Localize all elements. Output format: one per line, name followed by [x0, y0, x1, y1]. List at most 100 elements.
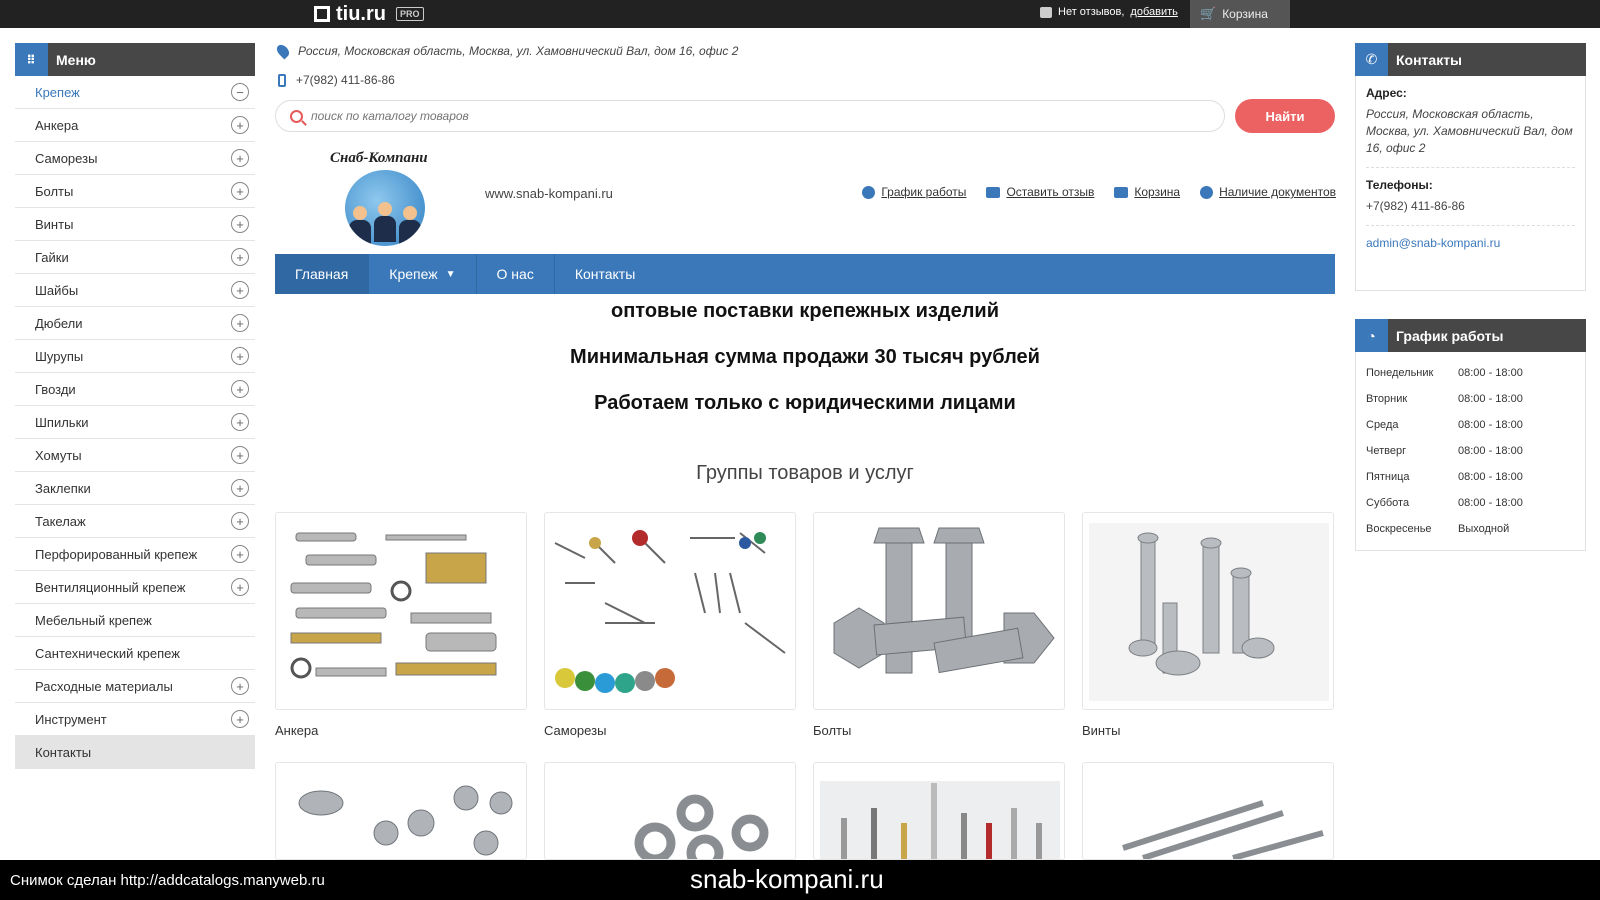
cart-link[interactable]: Корзина	[1114, 185, 1180, 199]
sidebar-item[interactable]: Шурупы +	[15, 340, 255, 373]
sidebar-header: ⠿ Меню	[15, 43, 255, 76]
schedule-time: 08:00 - 18:00	[1458, 393, 1523, 405]
schedule-time: Выходной	[1458, 523, 1510, 535]
sidebar-item-label: Мебельный крепеж	[35, 612, 152, 628]
card-dyubeli[interactable]	[813, 762, 1065, 860]
sidebar-item-label: Сантехнический крепеж	[35, 645, 180, 661]
reviews-info: Нет отзывов, добавить	[1040, 6, 1178, 18]
card-vinty[interactable]	[1082, 512, 1334, 710]
expand-plus-icon[interactable]: +	[231, 479, 249, 497]
sidebar-item[interactable]: Расходные материалы +	[15, 670, 255, 703]
screenshot-site: snab-kompani.ru	[690, 864, 884, 894]
card-samorezy[interactable]	[544, 512, 796, 710]
schedule-row: Четверг 08:00 - 18:00	[1362, 438, 1579, 464]
sidebar-item[interactable]: Саморезы +	[15, 142, 255, 175]
collapse-minus-icon[interactable]: −	[231, 83, 249, 101]
contacts-body: Адрес: Россия, Московская область, Москв…	[1355, 76, 1586, 291]
schedule-link[interactable]: График работы	[862, 185, 966, 199]
sidebar-item-label: Гайки	[35, 249, 69, 265]
card-label-samorezy[interactable]: Саморезы	[544, 723, 606, 738]
expand-plus-icon[interactable]: +	[231, 710, 249, 728]
search-button[interactable]: Найти	[1235, 99, 1335, 133]
sidebar-item-label: Дюбели	[35, 315, 83, 331]
sidebar-item[interactable]: Хомуты +	[15, 439, 255, 472]
reviews-text: Нет отзывов,	[1058, 6, 1125, 18]
expand-plus-icon[interactable]: +	[231, 677, 249, 695]
sidebar-item[interactable]: Контакты	[15, 736, 255, 769]
card-gayki[interactable]	[275, 762, 527, 860]
expand-plus-icon[interactable]: +	[231, 314, 249, 332]
card-bolty[interactable]	[813, 512, 1065, 710]
sidebar-item[interactable]: Шпильки +	[15, 406, 255, 439]
contacts-phone[interactable]: +7(982) 411-86-86	[1366, 198, 1575, 215]
card-label-vinty[interactable]: Винты	[1082, 723, 1120, 738]
expand-plus-icon[interactable]: +	[231, 215, 249, 233]
headlines: оптовые поставки крепежных изделий Миним…	[275, 300, 1335, 438]
sidebar-item-label: Хомуты	[35, 447, 82, 463]
sidebar-item[interactable]: Инструмент +	[15, 703, 255, 736]
nav-krepezh[interactable]: Крепеж ▼	[369, 254, 477, 294]
nav-about[interactable]: О нас	[477, 254, 555, 294]
tiu-logo[interactable]: tiu.ru PRO	[314, 3, 424, 25]
sidebar-item[interactable]: Гайки +	[15, 241, 255, 274]
sidebar-item[interactable]: Анкера +	[15, 109, 255, 142]
schedule-time: 08:00 - 18:00	[1458, 497, 1523, 509]
card-label-bolty[interactable]: Болты	[813, 723, 851, 738]
sidebar-item[interactable]: Такелаж +	[15, 505, 255, 538]
sidebar-item[interactable]: Винты +	[15, 208, 255, 241]
page: tiu.ru PRO Нет отзывов, добавить 🛒 Корзи…	[0, 0, 1600, 900]
phone-text[interactable]: +7(982) 411-86-86	[296, 73, 395, 87]
nav-home[interactable]: Главная	[275, 254, 370, 294]
sidebar-item-label: Шпильки	[35, 414, 89, 430]
card-ankera[interactable]	[275, 512, 527, 710]
schedule-row: Понедельник 08:00 - 18:00	[1362, 360, 1579, 386]
expand-plus-icon[interactable]: +	[231, 380, 249, 398]
brand-logo[interactable]: Снаб-Компани	[330, 150, 460, 248]
card-label-ankera[interactable]: Анкера	[275, 723, 318, 738]
schedule-day: Суббота	[1366, 497, 1410, 509]
schedule-header: ◔ График работы	[1355, 319, 1586, 352]
contacts-email[interactable]: admin@snab-kompani.ru	[1366, 236, 1575, 250]
expand-plus-icon[interactable]: +	[231, 545, 249, 563]
add-review-link[interactable]: добавить	[1130, 6, 1177, 18]
sidebar-item[interactable]: Шайбы +	[15, 274, 255, 307]
contacts-panel: ✆ Контакты Адрес: Россия, Московская обл…	[1355, 43, 1586, 291]
sidebar-item[interactable]: Вентиляционный крепеж +	[15, 571, 255, 604]
sidebar-title: Меню	[56, 51, 96, 68]
expand-plus-icon[interactable]: +	[231, 281, 249, 299]
search-bar	[275, 100, 1225, 132]
sidebar-item[interactable]: Мебельный крепеж	[15, 604, 255, 637]
sidebar-item[interactable]: Заклепки +	[15, 472, 255, 505]
sidebar-item[interactable]: Дюбели +	[15, 307, 255, 340]
schedule-body: Понедельник 08:00 - 18:00 Вторник 08:00 - 1…	[1355, 352, 1586, 551]
sidebar-item-label: Инструмент	[35, 711, 107, 727]
nuts-image	[298, 785, 513, 856]
sidebar-item[interactable]: Перфорированный крепеж +	[15, 538, 255, 571]
expand-plus-icon[interactable]: +	[231, 116, 249, 134]
expand-plus-icon[interactable]: +	[231, 512, 249, 530]
leave-review-link[interactable]: Оставить отзыв	[986, 185, 1094, 199]
sidebar-item-label: Крепеж	[35, 84, 80, 100]
sidebar-item[interactable]: Крепеж −	[15, 76, 255, 109]
expand-plus-icon[interactable]: +	[231, 413, 249, 431]
location-pin-icon	[274, 42, 292, 60]
documents-link[interactable]: Наличие документов	[1200, 185, 1336, 199]
expand-plus-icon[interactable]: +	[231, 149, 249, 167]
top-cart-label: Корзина	[1222, 7, 1268, 21]
expand-plus-icon[interactable]: +	[231, 446, 249, 464]
expand-plus-icon[interactable]: +	[231, 182, 249, 200]
sidebar-item-label: Болты	[35, 183, 74, 199]
expand-plus-icon[interactable]: +	[231, 248, 249, 266]
nav-contacts[interactable]: Контакты	[555, 254, 655, 294]
sidebar-item-label: Винты	[35, 216, 74, 232]
card-shayby[interactable]	[544, 762, 796, 860]
expand-plus-icon[interactable]: +	[231, 578, 249, 596]
search-input[interactable]	[311, 109, 1191, 123]
sidebar-item[interactable]: Болты +	[15, 175, 255, 208]
sidebar-item[interactable]: Сантехнический крепеж	[15, 637, 255, 670]
sidebar-item-label: Гвозди	[35, 381, 76, 397]
sidebar-item[interactable]: Гвозди +	[15, 373, 255, 406]
top-cart-button[interactable]: 🛒 Корзина	[1190, 0, 1290, 28]
card-shurupy[interactable]	[1082, 762, 1334, 860]
expand-plus-icon[interactable]: +	[231, 347, 249, 365]
